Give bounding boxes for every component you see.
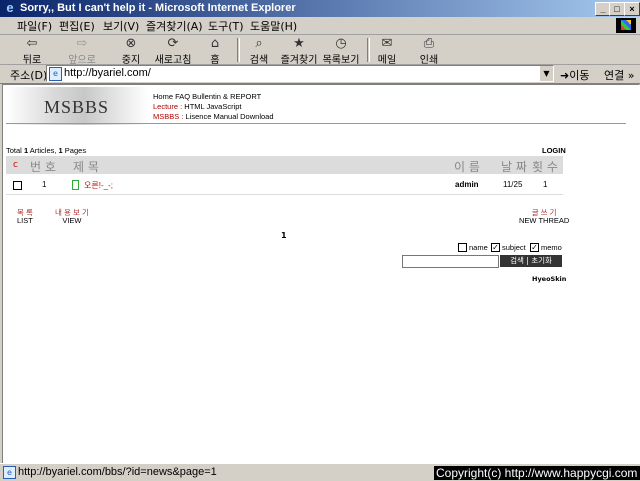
ie-logo-icon: e <box>6 0 14 15</box>
maximize-button[interactable]: □ <box>609 2 625 16</box>
toolbar: ⇦ 뒤로 ⇨ 앞으로 ⊗ 중지 ⟳ 새로고침 ⌂ 홈 ⌕ 검색 ★ 즐겨찾기 ◷ 목록보기 ✉ 메… <box>0 35 640 66</box>
links-button[interactable]: 연결 » <box>604 67 634 83</box>
toolbar-separator <box>237 38 240 62</box>
option-name-label: name <box>469 243 488 252</box>
header-hits: 횟 수 <box>532 160 558 174</box>
menu-edit[interactable]: 편집(E) <box>59 18 95 34</box>
favorites-icon: ★ <box>293 36 305 51</box>
back-button[interactable]: ⇦ 뒤로 <box>18 36 46 66</box>
favorites-button[interactable]: ★ 즐겨찾기 <box>280 36 318 66</box>
row-divider <box>6 194 563 195</box>
status-text: http://byariel.com/bbs/?id=news&page=1 <box>18 466 217 478</box>
document-icon <box>72 180 79 190</box>
skin-credit: HyeoSkin <box>532 275 567 283</box>
history-icon: ◷ <box>335 36 347 51</box>
history-button[interactable]: ◷ 목록보기 <box>322 36 360 66</box>
mail-button[interactable]: ✉ 메일 <box>373 36 401 66</box>
address-input[interactable]: e http://byariel.com/ ▼ <box>46 65 554 82</box>
option-memo-label: memo <box>541 243 562 252</box>
search-reset-buttons[interactable]: 검색 | 초기화 <box>500 255 562 267</box>
site-navigation: Home FAQ Bullentin & REPORT Lecture : HT… <box>153 92 274 122</box>
row-date: 11/25 <box>503 180 523 189</box>
forward-arrow-icon: ⇨ <box>76 36 88 51</box>
row-author: admin <box>455 180 479 189</box>
nav-lecture-label: Lecture : <box>153 102 183 111</box>
header-date: 날 짜 <box>501 160 527 174</box>
chevron-down-icon[interactable]: ▼ <box>539 66 553 81</box>
go-button[interactable]: ➜이동 <box>560 67 589 83</box>
title-bar: e Sorry,, But I can't help it - Microsof… <box>0 0 640 17</box>
nav-main-links[interactable]: Home FAQ Bullentin & REPORT <box>153 92 274 102</box>
menu-favorites[interactable]: 즐겨찾기(A) <box>146 18 203 34</box>
window-title: Sorry,, But I can't help it - Microsoft … <box>20 2 296 14</box>
copyright-banner: Copyright(c) http://www.happycgi.com <box>434 466 640 480</box>
forward-button[interactable]: ⇨ 앞으로 <box>64 36 100 66</box>
option-subject-label: subject <box>502 243 526 252</box>
header-subject: 제 목 <box>73 160 99 174</box>
row-checkbox[interactable] <box>13 181 22 190</box>
article-count: Total 1 Articles, 1 Pages <box>6 146 87 155</box>
menu-help[interactable]: 도움말(H) <box>250 18 297 34</box>
mail-icon: ✉ <box>381 36 393 51</box>
search-icon: ⌕ <box>255 36 263 51</box>
home-icon: ⌂ <box>210 36 220 51</box>
list-button[interactable]: 목 록 LIST <box>17 209 33 225</box>
header-name: 이 름 <box>454 160 480 174</box>
nav-msbbs-label: MSBBS : <box>153 112 184 121</box>
toolbar-separator <box>367 38 370 62</box>
login-link[interactable]: LOGIN <box>542 146 566 155</box>
refresh-button[interactable]: ⟳ 새로고침 <box>152 36 194 66</box>
option-subject-checkbox[interactable]: ✓ <box>491 243 500 252</box>
table-row: 1 오른!-_-; admin 11/25 1 <box>6 177 563 193</box>
brand-logo: MSBBS <box>6 87 148 125</box>
page-icon: e <box>49 67 62 81</box>
nav-lecture-links[interactable]: HTML JavaScript <box>182 102 241 111</box>
row-number: 1 <box>42 180 47 189</box>
menu-bar: 파일(F) 편집(E) 보기(V) 즐겨찾기(A) 도구(T) 도움말(H) <box>0 17 640 35</box>
print-button[interactable]: ⎙ 인쇄 <box>415 36 443 66</box>
option-memo-checkbox[interactable]: ✓ <box>530 243 539 252</box>
windows-logo-icon <box>616 18 636 33</box>
close-button[interactable]: × <box>624 2 640 16</box>
option-name-checkbox[interactable] <box>458 243 467 252</box>
home-button[interactable]: ⌂ 홈 <box>203 36 227 66</box>
page-status-icon: e <box>3 466 16 479</box>
table-header: c 번 호 제 목 이 름 날 짜 횟 수 <box>6 156 563 174</box>
menu-tools[interactable]: 도구(T) <box>208 18 244 34</box>
header-check[interactable]: c <box>13 160 18 170</box>
page-content: MSBBS Home FAQ Bullentin & REPORT Lectur… <box>2 84 640 464</box>
go-arrow-icon: ➜ <box>560 69 570 82</box>
nav-msbbs-links[interactable]: Lisence Manual Download <box>183 112 274 121</box>
address-bar: 주소(D) e http://byariel.com/ ▼ ➜이동 연결 » <box>0 64 640 84</box>
row-subject-link[interactable]: 오른!-_-; <box>84 180 113 191</box>
stop-icon: ⊗ <box>125 36 137 51</box>
row-hits: 1 <box>543 180 548 189</box>
print-icon: ⎙ <box>423 36 435 51</box>
address-label: 주소(D) <box>10 69 48 82</box>
new-thread-button[interactable]: 글 쓰 기 NEW THREAD <box>519 209 569 225</box>
refresh-icon: ⟳ <box>167 36 179 51</box>
header-divider <box>6 123 626 124</box>
stop-button[interactable]: ⊗ 중지 <box>117 36 145 66</box>
menu-file[interactable]: 파일(F) <box>17 18 52 34</box>
view-button[interactable]: 내 용 보 기 VIEW <box>55 209 89 225</box>
page-number[interactable]: 1 <box>281 231 287 240</box>
address-url: http://byariel.com/ <box>64 67 151 79</box>
back-arrow-icon: ⇦ <box>26 36 38 51</box>
header-number: 번 호 <box>30 160 56 174</box>
menu-view[interactable]: 보기(V) <box>103 18 139 34</box>
search-input[interactable] <box>402 255 499 268</box>
search-button[interactable]: ⌕ 검색 <box>245 36 273 66</box>
